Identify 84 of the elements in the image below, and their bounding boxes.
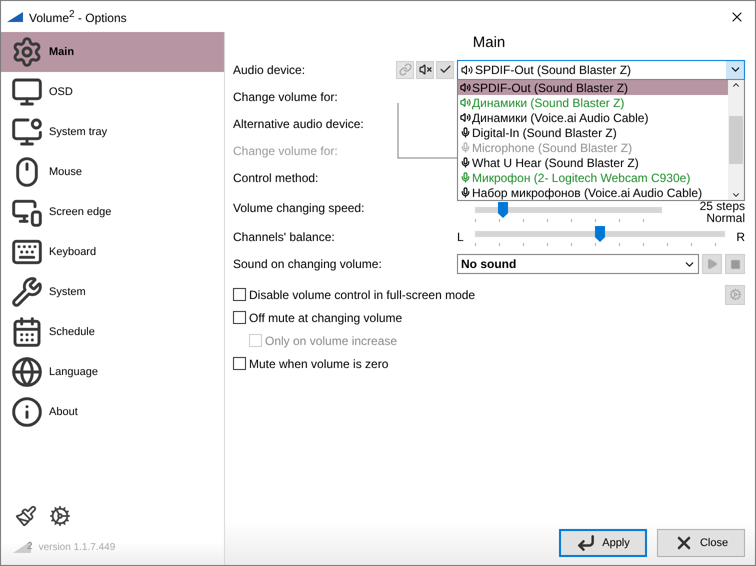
sidebar-item[interactable]: Mouse	[1, 152, 224, 192]
field-label: Sound on changing volume:	[233, 257, 383, 271]
close-button[interactable]: Close	[657, 529, 745, 557]
paintbrush-icon[interactable]	[15, 505, 37, 527]
sidebar-item[interactable]: System tray	[1, 112, 224, 152]
sidebar-item[interactable]: Schedule	[1, 312, 224, 352]
checkbox[interactable]	[233, 311, 246, 324]
check-icon	[438, 63, 452, 76]
app-logo-icon	[7, 12, 23, 22]
microphone-icon	[460, 172, 471, 183]
gears-icon[interactable]	[49, 505, 71, 527]
sidebar-item[interactable]: Keyboard	[1, 232, 224, 272]
monitor-icon	[11, 76, 43, 108]
device-option[interactable]: Микрофон (2- Logitech Webcam C930e)	[458, 170, 728, 185]
checkbox-label: Only on volume increase	[265, 334, 398, 348]
window-title: Volume$^{2}$ - Options	[29, 8, 128, 24]
sidebar-item[interactable]: Main	[1, 32, 224, 72]
field-label: Control method:	[233, 170, 320, 184]
device-name: Динамики (Voice.ai Audio Cable)	[472, 110, 648, 124]
checkbox-label: Off mute at changing volume	[249, 310, 404, 324]
tools-icon	[11, 276, 43, 308]
field-label: Audio device:	[233, 62, 306, 76]
page-heading: Main	[472, 33, 506, 53]
sidebar-item[interactable]: System	[1, 272, 224, 312]
monitor-icon	[11, 116, 43, 148]
calendar-icon	[11, 316, 43, 348]
microphone-icon	[460, 127, 471, 138]
tool-button[interactable]	[416, 60, 434, 78]
device-option[interactable]: Digital-In (Sound Blaster Z)	[458, 125, 728, 140]
gear-icon	[11, 36, 43, 68]
speed-caption: Normal	[706, 212, 745, 224]
sidebar-item[interactable]: OSD	[1, 72, 224, 112]
speaker-icon	[460, 82, 471, 93]
version-superscript: 2	[27, 541, 33, 552]
field-label: Change volume for:	[233, 90, 339, 104]
microphone-icon	[460, 157, 471, 168]
microphone-icon	[460, 142, 471, 153]
play-icon	[706, 258, 718, 270]
speed-reading: 25 steps	[700, 200, 745, 212]
globe-icon	[11, 356, 43, 388]
device-name: Digital-In (Sound Blaster Z)	[472, 126, 617, 140]
field-label: Volume changing speed:	[233, 200, 366, 214]
left-label: L	[457, 230, 464, 244]
connector-line	[397, 103, 457, 159]
tool-button[interactable]	[436, 60, 454, 78]
sidebar-item[interactable]: Screen edge	[1, 192, 224, 232]
settings-icon	[728, 288, 742, 301]
stop-icon	[730, 258, 740, 270]
device-name: Динамики (Sound Blaster Z)	[472, 96, 624, 110]
device-option[interactable]: Динамики (Voice.ai Audio Cable)	[458, 110, 728, 125]
sidebar-item[interactable]: About	[1, 392, 224, 432]
slider-thumb[interactable]	[595, 226, 605, 242]
device-name: SPDIF-Out (Sound Blaster Z)	[472, 80, 628, 94]
checkbox-label: Mute when volume is zero	[249, 356, 390, 370]
checkbox[interactable]	[233, 288, 246, 301]
device-name: Microphone (Sound Blaster Z)	[472, 140, 632, 154]
microphone-icon	[460, 187, 471, 198]
version-text: version 1.1.7.449	[38, 542, 116, 553]
slider-thumb[interactable]	[498, 202, 508, 218]
scrollbar[interactable]	[728, 80, 744, 200]
mute-icon	[418, 63, 432, 76]
apply-button[interactable]: Apply	[559, 529, 647, 557]
speaker-icon	[461, 64, 473, 76]
checkbox-label: Disable volume control in full-screen mode	[249, 288, 476, 302]
device-option[interactable]: Динамики (Sound Blaster Z)	[458, 95, 728, 110]
device-name: What U Hear (Sound Blaster Z)	[472, 156, 639, 170]
field-label: Channels' balance:	[233, 230, 336, 244]
sidebar-item[interactable]: Language	[1, 352, 224, 392]
checkbox[interactable]	[233, 357, 246, 370]
device-option[interactable]: What U Hear (Sound Blaster Z)	[458, 155, 728, 170]
volume-logo-icon	[13, 541, 31, 553]
device-option[interactable]: Набор микрофонов (Voice.ai Audio Cable)	[458, 185, 728, 200]
device-option[interactable]: SPDIF-Out (Sound Blaster Z)	[458, 80, 728, 95]
speaker-icon	[460, 97, 471, 108]
speaker-icon	[460, 112, 471, 123]
info-icon	[11, 396, 43, 428]
enter-icon	[576, 533, 596, 553]
sound-dropdown[interactable]: No sound	[457, 254, 699, 274]
device-name: Микрофон (2- Logitech Webcam C930e)	[472, 170, 690, 184]
field-label: Alternative audio device:	[233, 116, 365, 130]
link-icon	[398, 63, 412, 76]
right-label: R	[736, 230, 745, 244]
field-label: Change volume for:	[233, 144, 339, 158]
device-name: Набор микрофонов (Voice.ai Audio Cable)	[472, 186, 702, 200]
